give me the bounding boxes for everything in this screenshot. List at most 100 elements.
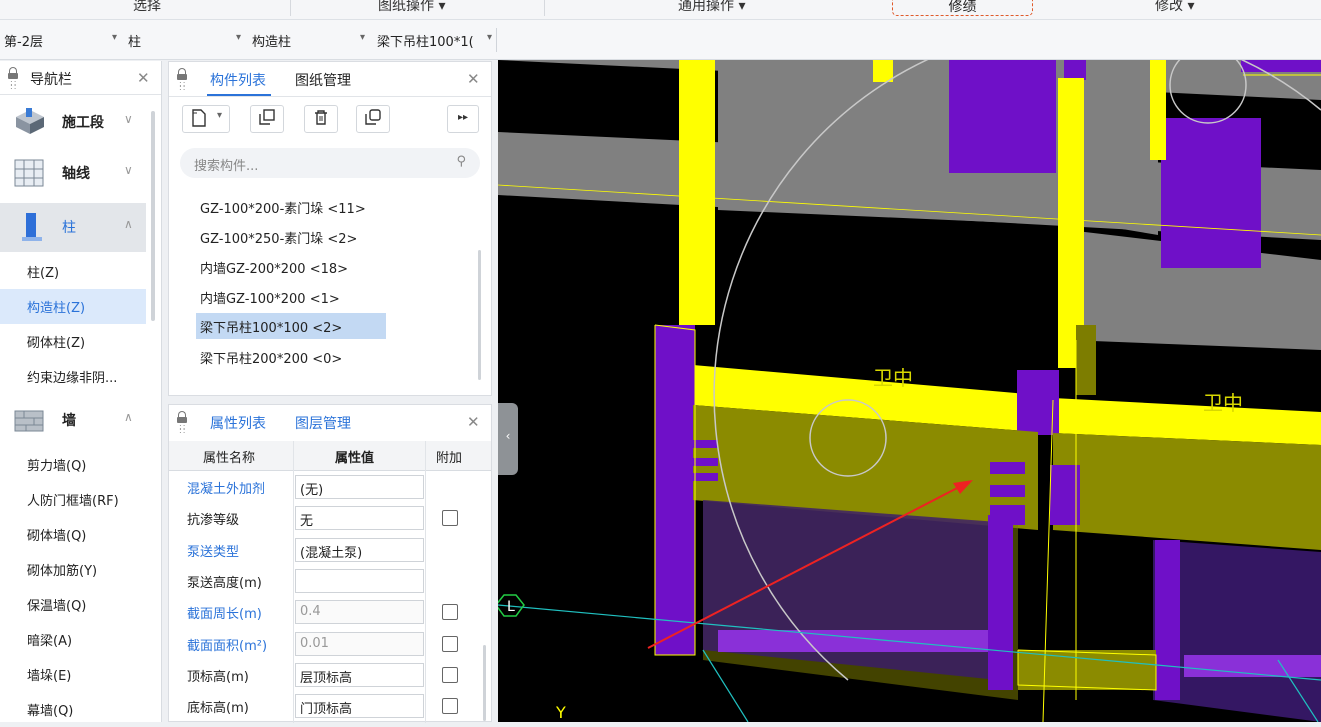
property-value-field[interactable]: 门顶标高 (295, 694, 424, 718)
pin-icon[interactable]: :::: (8, 67, 18, 91)
nav-category-stage[interactable]: 施工段 ∨ (0, 98, 146, 147)
nav-item-insulation-wall[interactable]: 保温墙(Q) (0, 587, 146, 622)
model-viewport[interactable]: L Y 卫中 卫中 (498, 60, 1321, 722)
property-name[interactable]: 混凝土外加剂 (187, 478, 265, 497)
floor-dropdown[interactable]: 第-2层 (4, 31, 43, 51)
tab-drawing-management[interactable]: 图纸管理 (295, 70, 351, 90)
component-dropdown[interactable]: 梁下吊柱100*1( (377, 31, 474, 51)
grid-marker-text: 卫中 (873, 366, 913, 390)
tab-property-list[interactable]: 属性列表 (210, 413, 266, 433)
nav-item-masonry-rebar[interactable]: 砌体加筋(Y) (0, 552, 146, 587)
property-value-field[interactable]: (混凝土泵) (295, 538, 424, 562)
nav-item-masonry-column[interactable]: 砌体柱(Z) (0, 324, 146, 359)
rebar-notch (693, 440, 718, 448)
close-icon[interactable]: ✕ (137, 69, 150, 87)
new-component-button[interactable]: ▾ (182, 105, 230, 133)
filter-bar: 第-2层 ▾ 柱 ▾ 构造柱 ▾ 梁下吊柱100*1( ▾ (0, 20, 1321, 60)
component-scrollbar[interactable] (478, 250, 481, 380)
search-icon[interactable]: ⚲ (456, 154, 466, 169)
property-value-field[interactable]: (无) (295, 475, 424, 499)
nav-item-masonry-wall[interactable]: 砌体墙(Q) (0, 517, 146, 552)
property-name[interactable]: 泵送类型 (187, 541, 239, 560)
property-value-field[interactable]: 无 (295, 506, 424, 530)
nav-item-shear-wall[interactable]: 剪力墙(Q) (0, 447, 146, 482)
chevron-down-icon[interactable]: ▾ (112, 32, 117, 43)
pin-icon[interactable]: :::: (177, 411, 187, 435)
nav-category-label: 柱 (62, 220, 76, 236)
nav-item-hidden-beam[interactable]: 暗梁(A) (0, 622, 146, 657)
more-button[interactable]: ▸▸ (447, 105, 479, 133)
component-search-input[interactable]: 搜索构件... ⚲ (180, 148, 480, 178)
component-toolbar: ▾ ▸▸ (169, 96, 491, 138)
chevron-down-icon[interactable]: ▾ (360, 32, 365, 43)
purple-column (1241, 60, 1321, 72)
chevron-down-icon[interactable]: ▾ (487, 32, 492, 43)
rebar-notch (990, 462, 1025, 474)
property-name[interactable]: 截面周长(m) (187, 603, 262, 622)
double-chevron-right-icon: ▸▸ (457, 112, 469, 123)
tab-layer-management[interactable]: 图层管理 (295, 413, 351, 433)
purple-beam-bottom (718, 630, 988, 652)
collapse-panel-button[interactable]: ‹ (498, 403, 518, 475)
axis-label-l: L (507, 599, 515, 615)
new-file-icon (192, 109, 206, 127)
nav-scrollbar[interactable] (151, 111, 155, 321)
list-item[interactable]: 内墙GZ-100*200 <1> (196, 284, 344, 310)
ribbon-edit-ops[interactable]: 修改 ▾ (1155, 0, 1194, 15)
ribbon-drawing-ops[interactable]: 图纸操作 ▾ (378, 0, 445, 15)
nav-item-column-z[interactable]: 柱(Z) (0, 254, 146, 289)
duplicate-icon (365, 109, 381, 125)
model-3d-scene[interactable]: L Y 卫中 卫中 (498, 60, 1321, 722)
chevron-down-icon[interactable]: ▾ (236, 32, 241, 43)
property-value-field[interactable]: 层顶标高 (295, 663, 424, 687)
close-icon[interactable]: ✕ (467, 70, 480, 88)
nav-category-wall[interactable]: 墙 ∧ (0, 396, 146, 445)
extra-checkbox[interactable] (442, 510, 458, 526)
rebar-notch (990, 505, 1025, 525)
yellow-column (1058, 78, 1084, 368)
extra-checkbox[interactable] (442, 636, 458, 652)
olive-block (1018, 650, 1156, 690)
list-item[interactable]: 梁下吊柱200*200 <0> (196, 344, 346, 370)
chevron-up-icon: ∧ (124, 217, 133, 231)
nav-category-column[interactable]: 柱 ∧ (0, 203, 146, 252)
nav-item-construction-column[interactable]: 构造柱(Z) (0, 289, 146, 324)
search-placeholder: 搜索构件... (194, 159, 259, 174)
list-item-selected[interactable]: 梁下吊柱100*100 <2> (196, 313, 386, 339)
rebar-notch (693, 458, 718, 466)
type-dropdown[interactable]: 柱 (128, 31, 141, 51)
nav-category-label: 施工段 (62, 115, 104, 131)
ribbon-select-group[interactable]: 选择 (133, 0, 161, 15)
purple-column (988, 515, 1013, 690)
extra-checkbox[interactable] (442, 667, 458, 683)
delete-button[interactable] (304, 105, 338, 133)
tab-component-list[interactable]: 构件列表 (210, 70, 266, 90)
list-item[interactable]: 内墙GZ-200*200 <18> (196, 254, 352, 280)
ribbon-modify-highlight[interactable]: 修绩 (892, 0, 1033, 16)
extra-checkbox[interactable] (442, 604, 458, 620)
list-item[interactable]: GZ-100*200-素门垛 <11> (196, 194, 370, 220)
nav-item-civil-defense-wall[interactable]: 人防门框墙(RF) (0, 482, 146, 517)
property-row: 截面面积(m²) 0.01 (169, 629, 479, 660)
column-header-value: 属性值 (335, 451, 375, 466)
nav-category-axis[interactable]: 轴线 ∨ (0, 149, 146, 198)
property-name: 底标高(m) (187, 701, 249, 716)
nav-item-boundary-column[interactable]: 约束边缘非阴... (0, 359, 146, 394)
list-item[interactable]: GZ-100*250-素门垛 <2> (196, 224, 361, 250)
chevron-down-icon: ∨ (124, 163, 133, 177)
nav-title: 导航栏 (30, 72, 72, 88)
property-value-field[interactable] (295, 569, 424, 593)
extra-checkbox[interactable] (442, 698, 458, 714)
property-panel: :::: 属性列表 图层管理 ✕ 属性名称 属性值 附加 混凝土外加剂 (无) … (168, 404, 492, 723)
ribbon-general-ops[interactable]: 通用操作 ▾ (678, 0, 745, 15)
nav-item-wall-pier[interactable]: 墙垛(E) (0, 657, 146, 692)
subtype-dropdown[interactable]: 构造柱 (252, 31, 291, 51)
pin-icon[interactable]: :::: (177, 68, 187, 92)
property-name[interactable]: 截面面积(m²) (187, 635, 267, 654)
duplicate-button[interactable] (356, 105, 390, 133)
purple-column (949, 60, 1056, 173)
close-icon[interactable]: ✕ (467, 413, 480, 431)
copy-button[interactable] (250, 105, 284, 133)
ribbon-modify-label: 修绩 (948, 0, 977, 15)
property-scrollbar[interactable] (483, 645, 486, 721)
